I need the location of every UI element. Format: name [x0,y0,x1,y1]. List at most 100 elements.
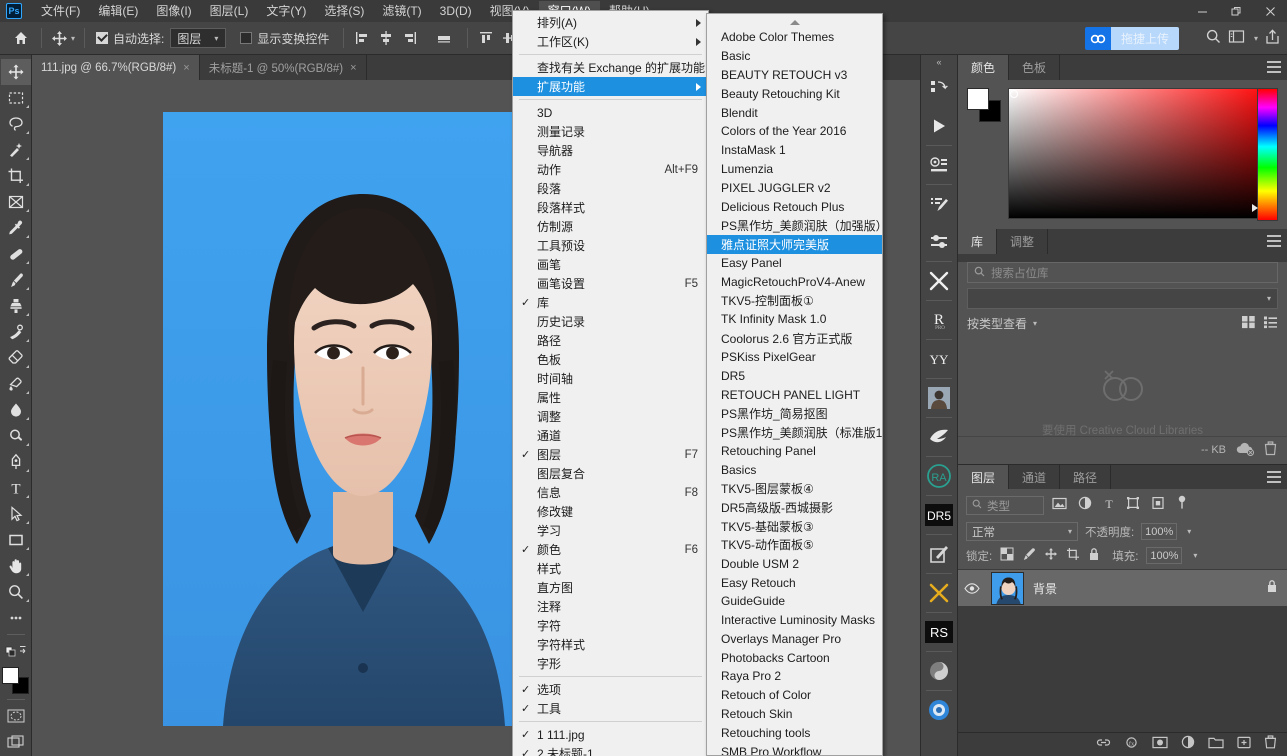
rs-panel-icon[interactable]: RS [920,613,958,651]
window-menu-item[interactable]: 排列(A) [513,13,708,32]
window-menu-item[interactable]: 扩展功能 [513,77,708,96]
image-filter-icon[interactable] [1052,497,1067,515]
type-filter-icon[interactable]: T [1103,496,1115,515]
home-icon[interactable] [8,26,34,50]
window-menu-item[interactable]: 路径 [513,331,708,350]
blue-circle-icon[interactable] [920,691,958,729]
window-menu-item[interactable]: 仿制源 [513,217,708,236]
yinyang-icon[interactable] [920,652,958,690]
window-menu-item[interactable]: 3D [513,103,708,122]
panel-menu-icon[interactable] [1267,235,1281,247]
type-tool[interactable]: T [1,475,31,501]
extension-menu-item[interactable]: TKV5-图层蒙板④ [707,479,882,498]
extension-menu-item[interactable]: PS黑作坊_简易抠图 [707,404,882,423]
foreground-color-swatch[interactable] [967,88,989,110]
crop-tool[interactable] [1,163,31,189]
window-menu-item[interactable]: 时间轴 [513,369,708,388]
fill-slider-toggle[interactable]: ▾ [1193,551,1197,560]
window-menu-item[interactable]: 信息 F8 [513,483,708,502]
distribute-horizontal-icon[interactable] [433,27,455,49]
layer-style-icon[interactable]: fx [1124,736,1139,754]
window-menu-item[interactable]: 修改键 [513,502,708,521]
zoom-tool[interactable] [1,579,31,605]
extension-menu-item[interactable]: GuideGuide [707,592,882,611]
yy-panel-icon[interactable]: YY [920,340,958,378]
window-menu-item[interactable]: 学习 [513,521,708,540]
adjustment-filter-icon[interactable] [1078,496,1092,515]
window-menu-item[interactable]: 测量记录 [513,122,708,141]
color-picker-field[interactable] [1008,88,1278,219]
extension-menu-item[interactable]: Beauty Retouching Kit [707,84,882,103]
extension-menu-item[interactable]: Colors of the Year 2016 [707,122,882,141]
extension-menu-item[interactable]: PIXEL JUGGLER v2 [707,178,882,197]
tab-channels[interactable]: 通道 [1009,465,1061,489]
window-menu-item[interactable]: 图层复合 [513,464,708,483]
extension-menu-item[interactable]: Lumenzia [707,160,882,179]
frame-tool[interactable] [1,189,31,215]
window-menu-item[interactable]: 工具预设 [513,236,708,255]
window-menu-item[interactable]: 通道 [513,426,708,445]
filter-toggle-icon[interactable] [1176,495,1188,516]
smartobject-filter-icon[interactable] [1151,496,1165,515]
new-layer-icon[interactable] [1237,736,1251,754]
menu-filter[interactable]: 滤镜(T) [373,1,430,22]
dr5-panel-icon[interactable]: DR5 [920,496,958,534]
window-menu-item[interactable]: 注释 [513,597,708,616]
extension-menu-item[interactable]: RETOUCH PANEL LIGHT [707,385,882,404]
extension-menu-item[interactable]: TKV5-控制面板① [707,291,882,310]
workspace-icon[interactable] [1228,29,1245,49]
gold-knife-fork-icon[interactable] [920,574,958,612]
cloud-sync-icon[interactable] [1235,442,1255,459]
window-menu-dropdown[interactable]: 排列(A) 工作区(K) 查找有关 Exchange 的扩展功能... 扩展功能 3D 测… [512,10,715,756]
extension-menu-item[interactable]: InstaMask 1 [707,141,882,160]
window-menu-item[interactable]: ✓ 颜色 F6 [513,540,708,559]
list-brush-icon[interactable] [920,185,958,223]
lock-transparent-icon[interactable] [1000,547,1014,564]
play-actions-icon[interactable] [920,107,958,145]
ra-panel-icon[interactable]: RA [920,457,958,495]
extension-menu-item[interactable]: PS黑作坊_美颜润肤（加强版） [707,216,882,235]
extension-menu-item[interactable]: Photobacks Cartoon [707,648,882,667]
foreground-background-color[interactable] [1,666,31,696]
collapse-panels-icon[interactable]: « [920,55,958,69]
default-colors-icon[interactable] [1,638,31,664]
menu-image[interactable]: 图像(I) [147,1,200,22]
close-icon[interactable]: × [183,62,189,74]
color-swatches[interactable] [967,88,1001,122]
trash-icon[interactable] [1264,441,1277,459]
window-menu-item[interactable]: 动作 Alt+F9 [513,160,708,179]
library-view-label[interactable]: 按类型查看 [967,315,1027,332]
menu-3d[interactable]: 3D(D) [431,1,481,22]
window-menu-item[interactable]: ✓ 选项 [513,680,708,699]
document-image[interactable] [163,112,563,726]
path-selection-tool[interactable] [1,501,31,527]
move-tool-indicator[interactable]: ▾ [49,30,77,47]
extension-menu-item[interactable]: TKV5-基础蒙板③ [707,517,882,536]
marquee-tool[interactable] [1,85,31,111]
extension-menu-item[interactable]: Retouch Skin [707,705,882,724]
window-menu-item[interactable]: 字符样式 [513,635,708,654]
lock-position-icon[interactable] [1044,547,1058,564]
sliders-icon[interactable] [920,223,958,261]
move-tool[interactable] [0,59,31,85]
window-menu-item[interactable]: 画笔 [513,255,708,274]
screen-mode-icon[interactable] [1,729,31,755]
list-view-icon[interactable] [1263,315,1278,332]
menu-file[interactable]: 文件(F) [32,1,89,22]
layer-row[interactable]: 背景 [958,569,1287,607]
pen-tool[interactable] [1,449,31,475]
chevron-down-icon[interactable]: ▾ [71,34,75,43]
window-menu-item[interactable]: ✓ 图层 F7 [513,445,708,464]
align-top-icon[interactable] [475,27,497,49]
history-brush-tool[interactable] [1,319,31,345]
menu-select[interactable]: 选择(S) [315,1,373,22]
share-icon[interactable] [1264,28,1281,50]
grid-view-icon[interactable] [1241,315,1256,332]
eyedropper-tool[interactable] [1,215,31,241]
checkbox-box[interactable] [96,32,109,44]
blend-mode-dropdown[interactable]: 正常 ▾ [966,522,1078,541]
extension-menu-item[interactable]: Retouch of Color [707,686,882,705]
delete-layer-icon[interactable] [1264,735,1277,754]
blur-tool[interactable] [1,397,31,423]
pen-square-icon[interactable] [920,535,958,573]
